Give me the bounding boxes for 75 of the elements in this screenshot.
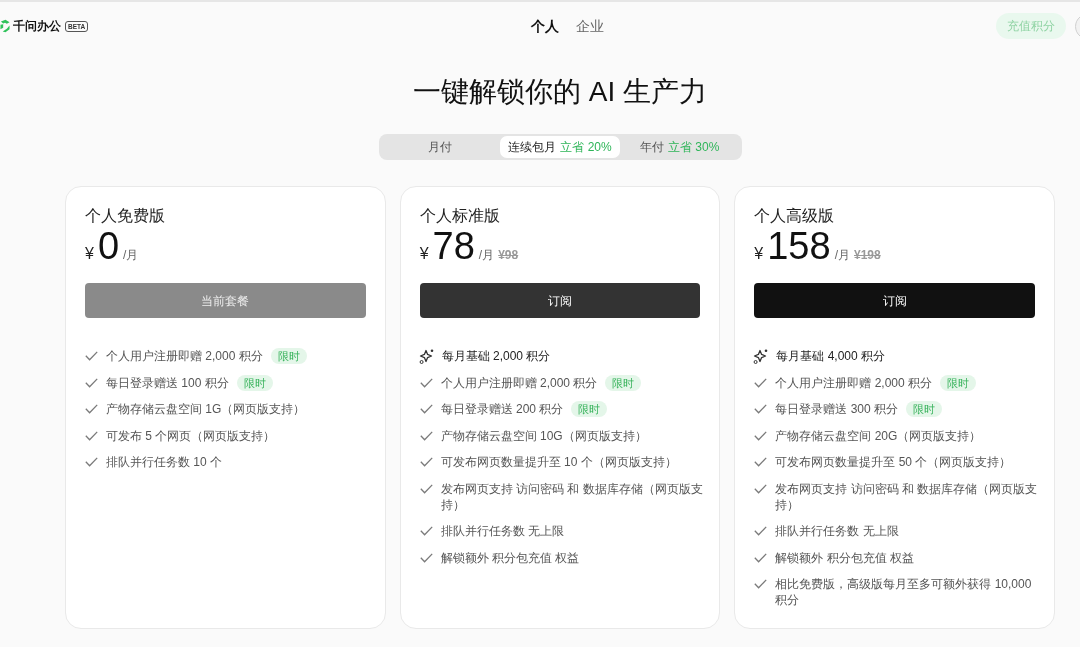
logo-text: 千问办公 <box>13 19 61 33</box>
limited-time-tag: 限时 <box>236 374 273 391</box>
plan-name: 个人标准版 <box>419 206 501 226</box>
check-icon <box>754 457 768 467</box>
nav-tab[interactable]: 企业 <box>576 16 604 36</box>
check-icon <box>85 351 98 361</box>
check-icon <box>754 404 768 414</box>
feature-text: 发布网页支持 访问密码 和 数据库存储（网页版支持） <box>775 480 1039 513</box>
feature-text: 每月基础 2,000 积分 <box>441 348 551 364</box>
feature-text: 相比免费版，高级版每月至多可额外获得 10,000 积分 <box>775 576 1033 608</box>
price-period: /月 <box>834 247 850 264</box>
subscribe-button[interactable]: 订阅 <box>419 283 701 318</box>
logo-icon <box>0 19 10 33</box>
check-icon <box>85 430 98 441</box>
feature-text: 排队并行任务数 无上限 <box>440 523 564 539</box>
sparkle-icon <box>753 348 770 364</box>
currency-symbol: ¥ <box>754 244 764 264</box>
check-icon <box>754 579 768 589</box>
price-amount: 0 <box>97 226 120 266</box>
limited-time-tag: 限时 <box>605 374 642 391</box>
check-icon <box>754 552 768 563</box>
page-title: 一键解锁你的 AI 生产力 <box>412 75 708 109</box>
check-icon <box>754 377 768 388</box>
billing-option[interactable]: 月付 <box>380 136 501 158</box>
feature-text: 可发布 5 个网页（网页版支持） <box>106 427 276 444</box>
feature-text: 解锁额外 积分包充值 权益 <box>440 549 580 566</box>
feature-text: 每日登录赠送 100 积分 <box>106 374 229 391</box>
check-icon <box>419 377 433 388</box>
feature-text: 产物存储云盘空间 20G（网页版支持） <box>775 427 982 444</box>
sparkle-icon <box>418 348 435 364</box>
original-price: ¥98 <box>498 247 519 264</box>
check-icon <box>419 457 433 467</box>
price-period: /月 <box>478 247 495 264</box>
check-icon <box>419 430 433 441</box>
limited-time-tag: 限时 <box>571 401 608 417</box>
check-icon <box>754 483 768 494</box>
original-price: ¥198 <box>854 247 881 264</box>
feature-text: 个人用户注册即赠 2,000 积分 <box>775 374 933 391</box>
limited-time-tag: 限时 <box>940 374 977 391</box>
check-icon <box>754 526 768 536</box>
feature-text: 每日登录赠送 200 积分 <box>440 401 564 417</box>
feature-text: 个人用户注册即赠 2,000 积分 <box>106 348 263 364</box>
feature-text: 每月基础 4,000 积分 <box>776 348 886 364</box>
price-period: /月 <box>123 247 139 264</box>
check-icon <box>419 483 433 494</box>
feature-text: 排队并行任务数 无上限 <box>775 523 899 539</box>
feature-text: 产物存储云盘空间 1G（网页版支持） <box>106 401 306 417</box>
nav-tab[interactable]: 个人 <box>531 16 559 36</box>
billing-option[interactable]: 年付 立省 30% <box>619 136 740 158</box>
feature-text: 解锁额外 积分包充值 权益 <box>775 549 914 566</box>
price-amount: 78 <box>432 226 475 266</box>
subscribe-button[interactable]: 订阅 <box>754 283 1035 318</box>
check-icon <box>85 457 98 467</box>
limited-time-tag: 限时 <box>906 401 943 417</box>
feature-text: 产物存储云盘空间 10G（网页版支持） <box>440 427 647 444</box>
price-amount: 158 <box>767 226 831 266</box>
check-icon <box>85 404 98 414</box>
check-icon <box>754 430 768 441</box>
feature-text: 排队并行任务数 10 个 <box>106 454 222 470</box>
check-icon <box>85 377 98 388</box>
feature-text: 个人用户注册即赠 2,000 积分 <box>440 374 598 391</box>
avatar-icon[interactable] <box>1075 16 1080 36</box>
plan-name: 个人免费版 <box>85 206 166 226</box>
feature-text: 每日登录赠送 300 积分 <box>775 401 899 417</box>
feature-text: 可发布网页数量提升至 50 个（网页版支持） <box>775 454 1012 470</box>
plan-name: 个人高级版 <box>754 206 836 226</box>
billing-option[interactable]: 连续包月 立省 20% <box>500 136 620 158</box>
check-icon <box>419 526 433 536</box>
limited-time-tag: 限时 <box>270 348 307 364</box>
feature-text: 可发布网页数量提升至 10 个（网页版支持） <box>440 454 677 470</box>
check-icon <box>419 552 433 563</box>
currency-symbol: ¥ <box>419 244 429 264</box>
feature-text: 发布网页支持 访问密码 和 数据库存储（网页版支持） <box>440 480 704 513</box>
currency-symbol: ¥ <box>85 244 94 264</box>
check-icon <box>419 404 433 414</box>
